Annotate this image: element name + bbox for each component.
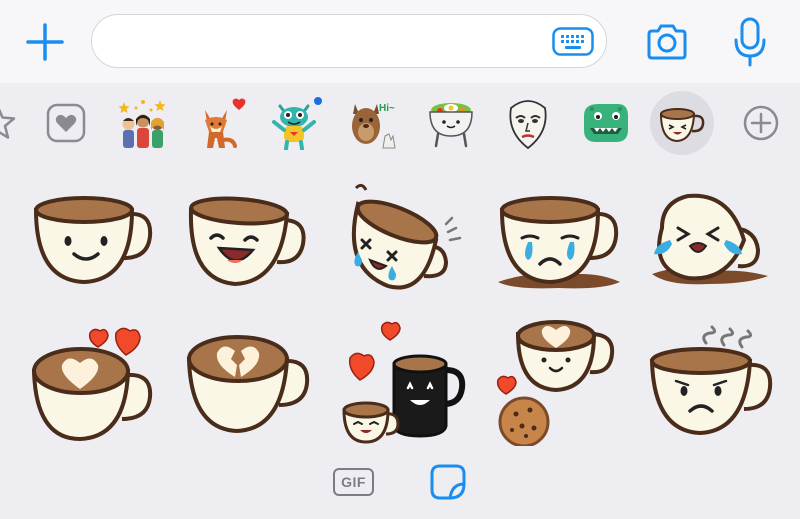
message-input[interactable] xyxy=(112,25,542,59)
tray-item-dinosaur-pack[interactable] xyxy=(573,91,637,155)
sticker-cup-and-mug-in-love[interactable] xyxy=(340,320,470,444)
tray-item-favorites[interactable] xyxy=(34,91,98,155)
sticker-cup-sad-tears[interactable] xyxy=(494,184,624,304)
svg-text:Hi~: Hi~ xyxy=(379,103,395,114)
camera-button[interactable] xyxy=(645,20,689,64)
tray-item-dog-pack[interactable]: Hi~ xyxy=(342,91,406,155)
sticker-grid xyxy=(0,170,800,450)
sticker-icon xyxy=(430,464,466,500)
tray-item-fox-pack[interactable] xyxy=(188,91,252,155)
friends-celebrating-icon xyxy=(118,100,166,148)
sticker-cup-smiling[interactable] xyxy=(28,184,158,304)
microphone-button[interactable] xyxy=(732,16,768,68)
sticker-cup-steaming-sad[interactable] xyxy=(648,325,778,445)
bibimbap-icon xyxy=(429,103,473,148)
tray-item-friends-pack[interactable] xyxy=(111,91,175,155)
gif-tab-button[interactable]: GIF xyxy=(333,468,374,496)
tray-item-bibimbap-pack[interactable] xyxy=(419,91,483,155)
tray-item-coffee-pack[interactable] xyxy=(650,91,714,155)
camera-icon xyxy=(647,24,687,60)
keyboard-toggle-button[interactable] xyxy=(552,27,594,56)
heart-icon xyxy=(46,103,86,143)
tray-item-monster-pack[interactable] xyxy=(265,91,329,155)
fox-heart-icon xyxy=(205,98,246,148)
monster-icon xyxy=(272,97,322,150)
sticker-cup-heart-latte[interactable] xyxy=(28,325,158,445)
star-icon xyxy=(0,108,16,139)
add-attachment-button[interactable] xyxy=(25,22,65,62)
microphone-icon xyxy=(734,17,766,67)
keyboard-mode-bar: GIF xyxy=(0,455,800,519)
sticker-latte-with-cookie[interactable] xyxy=(494,320,624,448)
tray-item-mask-pack[interactable] xyxy=(496,91,560,155)
mask-face-icon xyxy=(509,100,547,150)
gif-tab-label: GIF xyxy=(341,474,366,490)
tray-item-add-pack[interactable] xyxy=(729,91,793,155)
coffee-cup-icon xyxy=(659,108,705,143)
message-input-container[interactable] xyxy=(91,14,607,68)
plus-circle-icon xyxy=(743,105,779,141)
sticker-cup-broken-heart-latte[interactable] xyxy=(185,325,315,445)
sticker-pack-tray: Hi~ xyxy=(0,83,800,163)
plus-icon xyxy=(26,23,64,61)
dog-hi-icon: Hi~ xyxy=(352,103,396,149)
tray-item-recent[interactable] xyxy=(0,91,30,155)
sticker-cup-tipped-crying[interactable] xyxy=(648,184,778,304)
compose-bar xyxy=(0,0,800,83)
dinosaur-icon xyxy=(584,104,628,142)
keyboard-icon xyxy=(552,27,594,56)
sticker-cup-spilling-crying[interactable] xyxy=(340,178,470,298)
sticker-tab-button[interactable] xyxy=(430,464,466,500)
sticker-cup-laughing[interactable] xyxy=(185,184,315,304)
